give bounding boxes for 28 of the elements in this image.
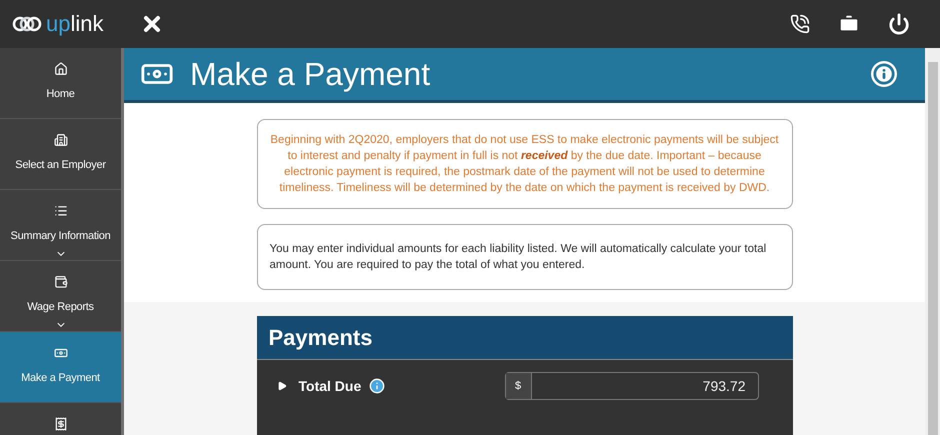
sidebar-label: Home bbox=[46, 87, 75, 102]
info-icon[interactable] bbox=[369, 378, 386, 394]
sidebar-item[interactable]: Make a Payment bbox=[0, 332, 121, 403]
notice-text: You may enter individual amounts for each liability listed. We will automatically calculate your total amount. You are required to pay the total of what you entered. bbox=[270, 242, 768, 273]
total-due-label: Total Due bbox=[298, 376, 362, 396]
notice-text: Beginning with 2Q2020, employers that do not use ESS to make electronic payments will be subject to interest and penalty if payment in full is not received by the due date. Important – because electronic payment is required, the postmark date of the payment will not be used to determine timeliness. Timeliness will be determined by the date on which the payment is received by DWD. bbox=[270, 133, 780, 196]
sidebar-label: Make a Payment bbox=[21, 371, 100, 386]
menu-icon bbox=[54, 133, 68, 147]
amount-value: 793.72 bbox=[702, 376, 746, 396]
expand-icon[interactable] bbox=[276, 381, 286, 391]
panel-title: Payments bbox=[268, 324, 372, 352]
menu-icon bbox=[54, 204, 68, 218]
amount-field[interactable]: $ 793.72 bbox=[504, 372, 758, 400]
sidebar-label: Select an Employer bbox=[15, 158, 106, 173]
scrollbar[interactable] bbox=[925, 48, 940, 435]
currency-sign: $ bbox=[506, 373, 532, 399]
power-icon[interactable] bbox=[888, 13, 910, 35]
page-title: Make a Payment bbox=[190, 55, 430, 94]
sidebar-label: Summary Information bbox=[10, 228, 110, 244]
phone-icon[interactable] bbox=[790, 14, 810, 34]
menu-icon bbox=[54, 275, 68, 289]
menu-icon bbox=[54, 417, 68, 431]
logo-text: uplink bbox=[46, 13, 104, 35]
menu-icon bbox=[54, 62, 68, 76]
menu-icon bbox=[54, 346, 68, 360]
info-button[interactable] bbox=[871, 61, 897, 87]
sidebar-label: Wage Reports bbox=[27, 300, 94, 315]
rings-icon bbox=[12, 16, 42, 32]
